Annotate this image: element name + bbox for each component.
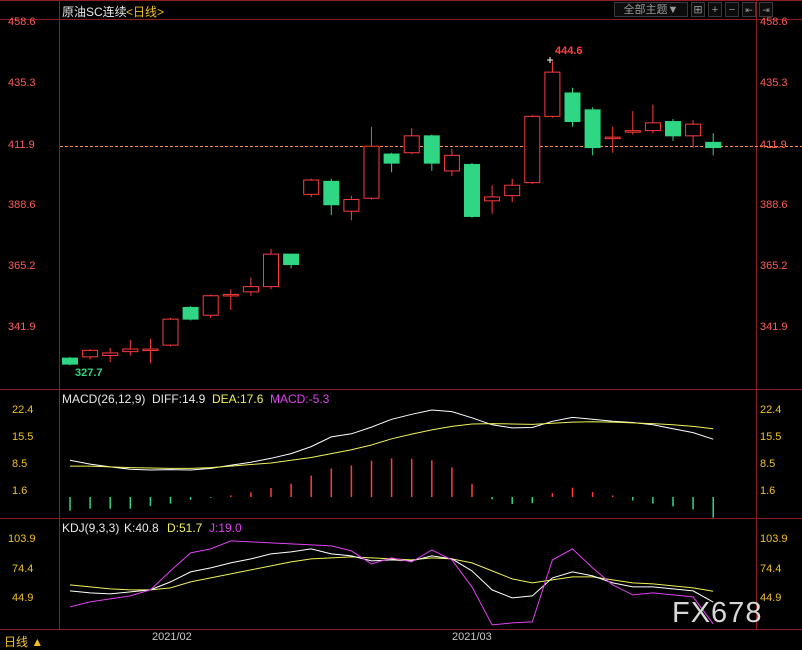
k-label: K:40.8: [124, 521, 159, 535]
instrument-title: 原油SC连续: [62, 5, 127, 19]
theme-dropdown[interactable]: 全部主题▼: [614, 2, 688, 17]
candle-up: [685, 123, 702, 137]
period-label[interactable]: <日线>: [126, 3, 164, 20]
minus-icon[interactable]: −: [725, 2, 739, 17]
y-tick: 341.9: [760, 321, 788, 333]
candle-up: [303, 179, 320, 195]
y-tick: 103.9: [8, 533, 36, 545]
candle-up: [82, 349, 99, 358]
y-tick: 458.6: [760, 16, 788, 28]
y-tick: 388.6: [760, 199, 788, 211]
y-tick: 74.4: [12, 563, 34, 575]
candle-down: [62, 357, 78, 365]
diff-label: DIFF:14.9: [152, 392, 206, 406]
candle-down: [584, 109, 601, 149]
kdj-title: KDJ(9,3,3): [62, 521, 120, 535]
y-tick: 388.6: [8, 199, 36, 211]
y-tick: 411.9: [8, 139, 35, 151]
j-line: [69, 540, 714, 626]
y-tick: 74.4: [760, 563, 782, 575]
y-tick: 8.5: [760, 458, 776, 470]
x-tick: 2021/02: [152, 631, 192, 643]
y-tick: 365.2: [8, 260, 36, 272]
y-tick: 411.9: [760, 139, 787, 151]
macd-value-label: MACD:-5.3: [270, 392, 330, 406]
y-tick: 22.4: [760, 404, 782, 416]
y-tick: 1.6: [12, 485, 28, 497]
candle-up: [202, 295, 219, 316]
candle-up: [624, 130, 641, 133]
futures-chart[interactable]: [0, 0, 802, 650]
y-tick: 435.3: [760, 77, 788, 89]
j-label: J:19.0: [209, 521, 242, 535]
candle-up: [263, 253, 279, 288]
panel-frames: [0, 0, 802, 630]
candle-up: [363, 145, 380, 199]
candle-up: [222, 293, 239, 297]
candle-down: [423, 135, 440, 164]
y-tick: 8.5: [12, 458, 28, 470]
candle-up: [122, 348, 139, 353]
candle-up: [242, 286, 259, 293]
candle-up: [604, 136, 621, 140]
y-tick: 15.5: [760, 431, 782, 443]
add-icon[interactable]: +: [708, 2, 722, 17]
candle-down: [665, 121, 681, 137]
period-tab[interactable]: 日线 ▲: [4, 633, 43, 650]
candle-up: [102, 352, 119, 357]
candle-up: [504, 184, 521, 197]
dea-label: DEA:17.6: [212, 392, 264, 406]
macd-title: MACD(26,12,9): [62, 392, 146, 406]
candle-down: [383, 153, 400, 164]
k-line: [69, 548, 714, 603]
high-price-label: 444.6: [555, 45, 583, 57]
first-page-icon[interactable]: ⇤: [742, 2, 756, 17]
candle-down: [705, 141, 722, 149]
candle-up: [644, 122, 661, 132]
low-price-label: 327.7: [75, 367, 103, 379]
candle-up: [544, 71, 561, 117]
x-tick: 2021/03: [452, 631, 492, 643]
candle-down: [323, 180, 340, 206]
candle-up: [162, 318, 179, 346]
candle-up: [142, 348, 159, 352]
y-tick: 44.9: [12, 592, 34, 604]
candle-down: [283, 253, 300, 266]
next-page-icon[interactable]: ⇥: [759, 2, 773, 17]
grid-icon[interactable]: ⊞: [691, 2, 705, 17]
y-tick: 15.5: [12, 431, 34, 443]
y-tick: 44.9: [760, 592, 782, 604]
y-tick: 22.4: [12, 404, 34, 416]
candle-up: [484, 196, 501, 202]
y-tick: 435.3: [8, 77, 36, 89]
candle-up: [524, 115, 541, 184]
candle-up: [403, 135, 420, 154]
candle-up: [343, 199, 360, 212]
candlestick-series: [62, 61, 722, 366]
candle-down: [182, 306, 199, 320]
candle-down: [464, 163, 480, 217]
candle-up: [443, 154, 460, 172]
candle-down: [564, 92, 581, 123]
y-tick: 341.9: [8, 321, 36, 333]
watermark-logo: FX678: [672, 597, 763, 629]
y-tick: 103.9: [760, 533, 788, 545]
y-tick: 458.6: [8, 16, 36, 28]
macd-histogram: [69, 458, 714, 518]
y-tick: 1.6: [760, 485, 776, 497]
d-label: D:51.7: [167, 521, 203, 535]
y-tick: 365.2: [760, 260, 788, 272]
